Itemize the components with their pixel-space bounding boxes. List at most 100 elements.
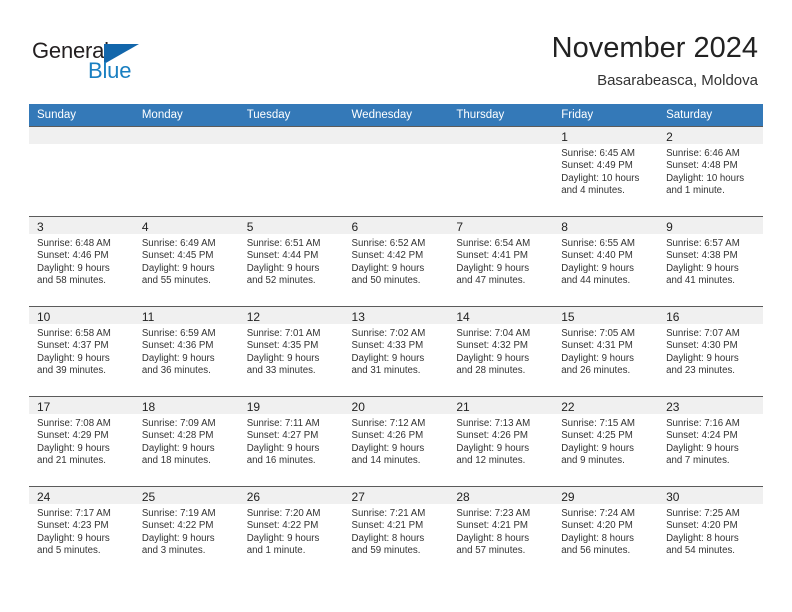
daylight-text: Daylight: 10 hours and 4 minutes. bbox=[561, 172, 640, 197]
day-cell[interactable]: 14 Sunrise: 7:04 AM Sunset: 4:32 PM Dayligh… bbox=[448, 306, 554, 396]
calendar-day-cell[interactable]: 26 Sunrise: 7:20 AM Sunset: 4:22 PM Dayligh… bbox=[238, 486, 344, 576]
calendar-day-cell[interactable]: 16 Sunrise: 7:07 AM Sunset: 4:30 PM Dayligh… bbox=[658, 306, 763, 396]
day-cell[interactable]: 16 Sunrise: 7:07 AM Sunset: 4:30 PM Dayligh… bbox=[658, 306, 763, 396]
day-cell[interactable]: 18 Sunrise: 7:09 AM Sunset: 4:28 PM Dayligh… bbox=[133, 396, 239, 486]
calendar-day-cell[interactable] bbox=[448, 126, 554, 216]
calendar-day-cell[interactable]: 15 Sunrise: 7:05 AM Sunset: 4:31 PM Dayligh… bbox=[553, 306, 659, 396]
day-number: 1 bbox=[561, 130, 568, 144]
calendar-day-cell[interactable]: 4 Sunrise: 6:49 AM Sunset: 4:45 PM Daylight… bbox=[133, 216, 239, 306]
day-cell[interactable]: 6 Sunrise: 6:52 AM Sunset: 4:42 PM Daylight… bbox=[343, 216, 449, 306]
calendar-day-cell[interactable]: 25 Sunrise: 7:19 AM Sunset: 4:22 PM Dayligh… bbox=[133, 486, 239, 576]
day-number: 17 bbox=[37, 400, 51, 414]
day-number: 16 bbox=[666, 310, 680, 324]
daylight-text: Daylight: 9 hours and 36 minutes. bbox=[141, 352, 215, 377]
calendar-day-cell[interactable]: 17 Sunrise: 7:08 AM Sunset: 4:29 PM Dayligh… bbox=[29, 396, 134, 486]
day-cell[interactable]: 15 Sunrise: 7:05 AM Sunset: 4:31 PM Dayligh… bbox=[553, 306, 659, 396]
calendar-day-cell[interactable]: 7 Sunrise: 6:54 AM Sunset: 4:41 PM Daylight… bbox=[448, 216, 554, 306]
day-cell[interactable]: 29 Sunrise: 7:24 AM Sunset: 4:20 PM Dayligh… bbox=[553, 486, 659, 576]
sunrise-text: Sunrise: 7:12 AM bbox=[351, 418, 426, 429]
calendar-day-cell[interactable]: 14 Sunrise: 7:04 AM Sunset: 4:32 PM Dayligh… bbox=[448, 306, 554, 396]
day-astronomy-info: Sunrise: 7:13 AM Sunset: 4:26 PM Daylight:… bbox=[448, 414, 553, 468]
sunrise-text: Sunrise: 6:46 AM bbox=[666, 148, 740, 159]
calendar-day-cell[interactable]: 29 Sunrise: 7:24 AM Sunset: 4:20 PM Dayligh… bbox=[553, 486, 659, 576]
calendar-day-cell[interactable]: 3 Sunrise: 6:48 AM Sunset: 4:46 PM Daylight… bbox=[29, 216, 134, 306]
sunrise-text: Sunrise: 7:24 AM bbox=[561, 508, 635, 519]
calendar-day-cell[interactable]: 8 Sunrise: 6:55 AM Sunset: 4:40 PM Daylight… bbox=[553, 216, 659, 306]
calendar-day-cell[interactable] bbox=[343, 126, 449, 216]
day-cell[interactable]: 9 Sunrise: 6:57 AM Sunset: 4:38 PM Daylight… bbox=[658, 216, 763, 306]
daylight-text: Daylight: 9 hours and 50 minutes. bbox=[351, 262, 425, 287]
day-cell[interactable]: 17 Sunrise: 7:08 AM Sunset: 4:29 PM Dayligh… bbox=[29, 396, 134, 486]
day-cell[interactable]: 20 Sunrise: 7:12 AM Sunset: 4:26 PM Dayligh… bbox=[343, 396, 449, 486]
day-cell[interactable]: 30 Sunrise: 7:25 AM Sunset: 4:20 PM Dayligh… bbox=[658, 486, 763, 576]
day-number: 22 bbox=[561, 400, 575, 414]
day-number-band: 28 bbox=[448, 487, 554, 504]
day-astronomy-info: Sunrise: 7:04 AM Sunset: 4:32 PM Daylight:… bbox=[448, 324, 553, 378]
day-cell[interactable]: 12 Sunrise: 7:01 AM Sunset: 4:35 PM Dayligh… bbox=[238, 306, 344, 396]
calendar-day-cell[interactable]: 13 Sunrise: 7:02 AM Sunset: 4:33 PM Dayligh… bbox=[343, 306, 449, 396]
day-cell[interactable]: 5 Sunrise: 6:51 AM Sunset: 4:44 PM Daylight… bbox=[238, 216, 344, 306]
day-cell[interactable]: 1 Sunrise: 6:45 AM Sunset: 4:49 PM Daylight… bbox=[553, 126, 659, 216]
sunset-text: Sunset: 4:33 PM bbox=[351, 340, 424, 352]
day-cell[interactable]: 7 Sunrise: 6:54 AM Sunset: 4:41 PM Daylight… bbox=[448, 216, 554, 306]
day-cell[interactable]: 22 Sunrise: 7:15 AM Sunset: 4:25 PM Dayligh… bbox=[553, 396, 659, 486]
calendar-day-cell[interactable]: 19 Sunrise: 7:11 AM Sunset: 4:27 PM Dayligh… bbox=[238, 396, 344, 486]
calendar-day-cell[interactable]: 18 Sunrise: 7:09 AM Sunset: 4:28 PM Dayligh… bbox=[133, 396, 239, 486]
calendar-day-cell[interactable]: 27 Sunrise: 7:21 AM Sunset: 4:21 PM Dayligh… bbox=[343, 486, 449, 576]
daylight-text: Daylight: 9 hours and 44 minutes. bbox=[561, 262, 634, 287]
day-number-band: 26 bbox=[238, 487, 344, 504]
day-cell-empty bbox=[448, 126, 554, 216]
sunset-text: Sunset: 4:27 PM bbox=[246, 430, 319, 442]
calendar-day-cell[interactable]: 2 Sunrise: 6:46 AM Sunset: 4:48 PM Daylight… bbox=[658, 126, 763, 216]
calendar-day-cell[interactable] bbox=[29, 126, 134, 216]
calendar-day-cell[interactable]: 30 Sunrise: 7:25 AM Sunset: 4:20 PM Dayligh… bbox=[658, 486, 763, 576]
day-cell[interactable]: 26 Sunrise: 7:20 AM Sunset: 4:22 PM Dayligh… bbox=[238, 486, 344, 576]
day-number: 10 bbox=[37, 310, 51, 324]
calendar-day-cell[interactable]: 11 Sunrise: 6:59 AM Sunset: 4:36 PM Dayligh… bbox=[133, 306, 239, 396]
sunrise-text: Sunrise: 6:45 AM bbox=[561, 148, 635, 159]
day-cell[interactable]: 13 Sunrise: 7:02 AM Sunset: 4:33 PM Dayligh… bbox=[343, 306, 449, 396]
day-cell[interactable]: 25 Sunrise: 7:19 AM Sunset: 4:22 PM Dayligh… bbox=[133, 486, 239, 576]
day-astronomy-info: Sunrise: 7:23 AM Sunset: 4:21 PM Daylight:… bbox=[448, 504, 553, 558]
day-cell[interactable]: 8 Sunrise: 6:55 AM Sunset: 4:40 PM Daylight… bbox=[553, 216, 659, 306]
calendar-day-cell[interactable]: 21 Sunrise: 7:13 AM Sunset: 4:26 PM Dayligh… bbox=[448, 396, 554, 486]
daylight-text: Daylight: 9 hours and 7 minutes. bbox=[666, 442, 739, 467]
day-cell[interactable]: 4 Sunrise: 6:49 AM Sunset: 4:45 PM Daylight… bbox=[133, 216, 239, 306]
day-number: 21 bbox=[456, 400, 470, 414]
weekday-header-friday: Friday bbox=[553, 104, 659, 126]
sunrise-text: Sunrise: 6:54 AM bbox=[456, 238, 531, 249]
calendar-day-cell[interactable]: 6 Sunrise: 6:52 AM Sunset: 4:42 PM Daylight… bbox=[343, 216, 449, 306]
calendar-day-cell[interactable]: 10 Sunrise: 6:58 AM Sunset: 4:37 PM Dayligh… bbox=[29, 306, 134, 396]
calendar-day-cell[interactable]: 20 Sunrise: 7:12 AM Sunset: 4:26 PM Dayligh… bbox=[343, 396, 449, 486]
day-cell[interactable]: 10 Sunrise: 6:58 AM Sunset: 4:37 PM Dayligh… bbox=[29, 306, 134, 396]
day-astronomy-info: Sunrise: 7:19 AM Sunset: 4:22 PM Daylight:… bbox=[134, 504, 239, 558]
daylight-text: Daylight: 8 hours and 54 minutes. bbox=[666, 532, 739, 557]
day-cell[interactable]: 27 Sunrise: 7:21 AM Sunset: 4:21 PM Dayligh… bbox=[343, 486, 449, 576]
day-astronomy-info: Sunrise: 6:59 AM Sunset: 4:36 PM Daylight:… bbox=[134, 324, 239, 378]
day-cell[interactable]: 28 Sunrise: 7:23 AM Sunset: 4:21 PM Dayligh… bbox=[448, 486, 554, 576]
day-cell[interactable]: 21 Sunrise: 7:13 AM Sunset: 4:26 PM Dayligh… bbox=[448, 396, 554, 486]
sunrise-text: Sunrise: 6:58 AM bbox=[37, 328, 111, 339]
calendar-day-cell[interactable]: 5 Sunrise: 6:51 AM Sunset: 4:44 PM Daylight… bbox=[238, 216, 344, 306]
calendar-day-cell[interactable]: 1 Sunrise: 6:45 AM Sunset: 4:49 PM Daylight… bbox=[553, 126, 659, 216]
calendar-day-cell[interactable]: 23 Sunrise: 7:16 AM Sunset: 4:24 PM Dayligh… bbox=[658, 396, 763, 486]
calendar-day-cell[interactable]: 9 Sunrise: 6:57 AM Sunset: 4:38 PM Daylight… bbox=[658, 216, 763, 306]
day-cell[interactable]: 24 Sunrise: 7:17 AM Sunset: 4:23 PM Dayligh… bbox=[29, 486, 134, 576]
day-cell[interactable]: 19 Sunrise: 7:11 AM Sunset: 4:27 PM Dayligh… bbox=[238, 396, 344, 486]
sunrise-text: Sunrise: 7:11 AM bbox=[246, 418, 320, 429]
day-cell[interactable]: 3 Sunrise: 6:48 AM Sunset: 4:46 PM Daylight… bbox=[29, 216, 134, 306]
page-title: November 2024 bbox=[551, 32, 758, 64]
day-cell[interactable]: 2 Sunrise: 6:46 AM Sunset: 4:48 PM Daylight… bbox=[658, 126, 763, 216]
day-cell[interactable]: 11 Sunrise: 6:59 AM Sunset: 4:36 PM Dayligh… bbox=[133, 306, 239, 396]
calendar-day-cell[interactable]: 12 Sunrise: 7:01 AM Sunset: 4:35 PM Dayligh… bbox=[238, 306, 344, 396]
sunset-text: Sunset: 4:23 PM bbox=[37, 520, 109, 532]
calendar-day-cell[interactable]: 22 Sunrise: 7:15 AM Sunset: 4:25 PM Dayligh… bbox=[553, 396, 659, 486]
sunset-text: Sunset: 4:20 PM bbox=[561, 520, 633, 532]
calendar-day-cell[interactable] bbox=[238, 126, 344, 216]
calendar-day-cell[interactable]: 28 Sunrise: 7:23 AM Sunset: 4:21 PM Dayligh… bbox=[448, 486, 554, 576]
calendar-day-cell[interactable]: 24 Sunrise: 7:17 AM Sunset: 4:23 PM Dayligh… bbox=[29, 486, 134, 576]
day-astronomy-info: Sunrise: 7:02 AM Sunset: 4:33 PM Daylight:… bbox=[344, 324, 449, 378]
day-number: 28 bbox=[456, 490, 470, 504]
day-cell[interactable]: 23 Sunrise: 7:16 AM Sunset: 4:24 PM Dayligh… bbox=[658, 396, 763, 486]
calendar-day-cell[interactable] bbox=[133, 126, 239, 216]
